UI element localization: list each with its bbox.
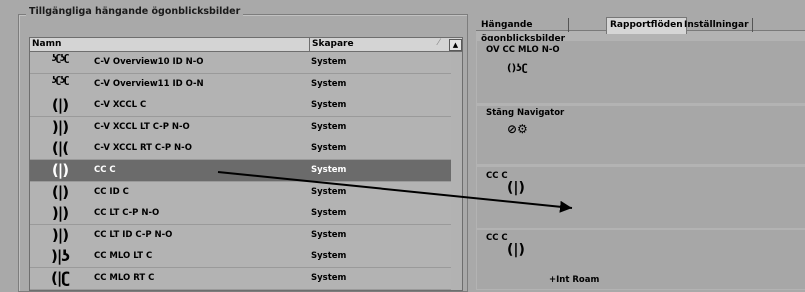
hanging-slot[interactable]: Stäng Navigator ⊘⚙ [477, 106, 805, 164]
sort-indicator-icon: ⁄ [438, 38, 440, 48]
row-name: CC MLO RT C [94, 273, 155, 283]
slot-title: Stäng Navigator [486, 108, 565, 118]
table-row[interactable]: (|ʗ CC MLO RT C System [30, 268, 451, 290]
row-creator: System [311, 186, 347, 197]
row-name: CC ID C [94, 186, 129, 197]
view-layout-icon: (|ʗ [51, 269, 70, 287]
view-layout-icon: )|) [51, 225, 69, 244]
panel-title: Tillgängliga hängande ögonblicksbilder [26, 6, 244, 17]
view-layout-icon: )|ʖ [51, 247, 70, 266]
column-divider [309, 38, 310, 51]
row-name: CC MLO LT C [94, 251, 153, 262]
row-name: CC LT ID C-P N-O [94, 229, 173, 240]
row-name: C-V Overview10 ID N-O [94, 57, 204, 67]
table-row[interactable]: (|) C-V XCCL C System [30, 95, 451, 118]
tab-settings[interactable]: Inställningar [681, 18, 753, 32]
row-name: C-V XCCL RT C-P N-O [94, 143, 192, 154]
table-row[interactable]: (|) CC ID C System [30, 181, 451, 204]
slot-title: CC C [486, 171, 508, 181]
table-row[interactable]: )|ʖ CC MLO LT C System [30, 246, 451, 269]
view-layout-icon: )|) [51, 204, 69, 223]
view-layout-icon: (|) [51, 161, 69, 179]
table-row[interactable]: (|) CC C System [30, 160, 451, 182]
row-creator: System [311, 229, 347, 240]
slot-title: CC C [486, 233, 508, 243]
snapshot-table: Namn Skapare ⁄ ▲ ʖʗʖʗ C-V Overview10 ID N… [29, 37, 463, 291]
table-row[interactable]: )|) C-V XCCL LT C-P N-O System [30, 116, 451, 139]
tab-hanging-snapshots[interactable]: Hängande ögonblicksbilder [478, 18, 570, 44]
scroll-up-arrow-icon[interactable]: ▲ [449, 39, 462, 51]
hanging-slot[interactable]: OV CC MLO N-O ()ʖʗ [477, 41, 805, 103]
view-layout-icon: (|) [51, 182, 69, 201]
row-creator: System [311, 273, 347, 283]
row-creator: System [311, 165, 347, 175]
snapshot-glyph-icon: ()ʖʗ [507, 63, 528, 74]
row-name: C-V XCCL C [94, 100, 147, 111]
row-creator: System [311, 100, 347, 111]
hanging-slot[interactable]: CC C (|) +Int Roam [477, 230, 805, 289]
table-header: Namn Skapare ⁄ ▲ [30, 38, 462, 52]
row-creator: System [311, 143, 347, 154]
view-layout-icon: ʖʗʖʗ [51, 75, 70, 86]
row-name: CC LT C-P N-O [94, 208, 160, 219]
table-row[interactable]: )|) CC LT ID C-P N-O System [30, 224, 451, 247]
row-name: C-V Overview11 ID O-N [94, 78, 204, 89]
table-row[interactable]: )|) CC LT C-P N-O System [30, 203, 451, 226]
cc-view-icon: (|) [507, 242, 525, 258]
view-layout-icon: (|) [51, 96, 69, 115]
column-header-creator[interactable]: Skapare [312, 39, 354, 49]
slot-title: OV CC MLO N-O [486, 45, 560, 55]
row-creator: System [311, 121, 347, 132]
table-row[interactable]: (|( C-V XCCL RT C-P N-O System [30, 138, 451, 161]
table-row[interactable]: ʖʗʖʗ C-V Overview11 ID O-N System [30, 73, 451, 96]
row-name: CC C [94, 165, 116, 175]
view-layout-icon: ʖʗʖʗ [51, 54, 70, 64]
row-creator: System [311, 57, 347, 67]
tab-report-flows[interactable]: Rapportflöden [606, 17, 687, 34]
view-layout-icon: )|) [51, 117, 69, 136]
int-roam-label: +Int Roam [549, 275, 600, 285]
row-name: C-V XCCL LT C-P N-O [94, 121, 190, 132]
row-creator: System [311, 78, 347, 89]
table-row[interactable]: ʖʗʖʗ C-V Overview10 ID N-O System [30, 52, 451, 74]
column-header-name[interactable]: Namn [32, 39, 61, 49]
row-creator: System [311, 251, 347, 262]
hanging-slot[interactable]: CC C (|) [477, 167, 805, 228]
close-navigator-icon: ⊘⚙ [507, 122, 528, 136]
row-creator: System [311, 208, 347, 219]
view-layout-icon: (|( [51, 139, 69, 158]
cc-view-icon: (|) [507, 180, 525, 196]
